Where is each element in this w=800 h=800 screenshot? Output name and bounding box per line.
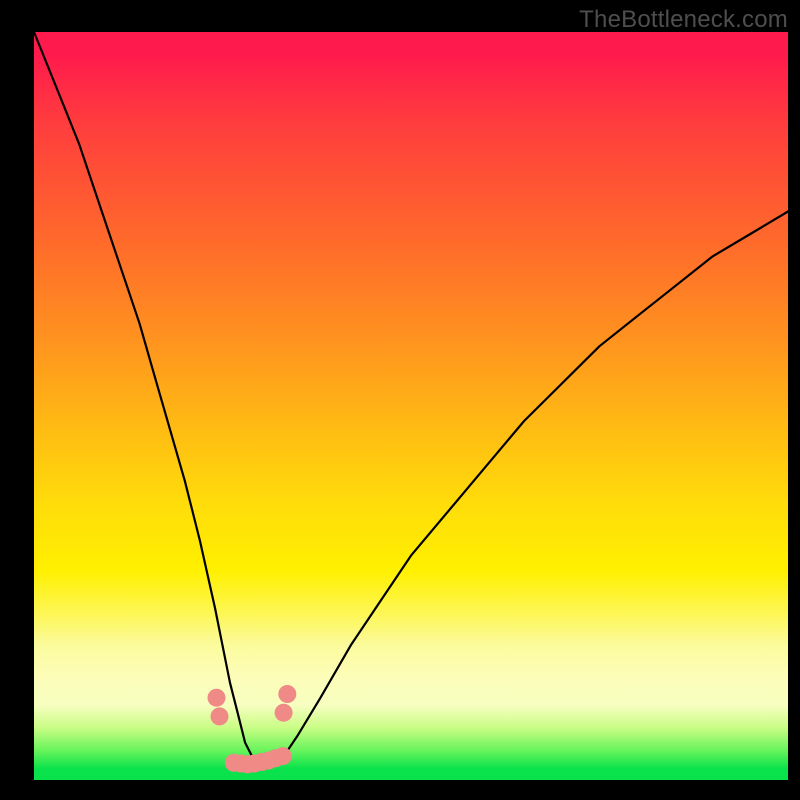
marker-dot [278, 685, 296, 703]
marker-dot [274, 747, 292, 765]
marker-dot [211, 707, 229, 725]
watermark-text: TheBottleneck.com [579, 6, 788, 34]
bottleneck-curve [34, 32, 788, 765]
chart-svg [34, 32, 788, 780]
chart-frame: TheBottleneck.com [0, 0, 800, 800]
marker-dot [275, 704, 293, 722]
chart-plot-area [34, 32, 788, 780]
marker-dot [208, 689, 226, 707]
bottom-markers [208, 685, 297, 773]
